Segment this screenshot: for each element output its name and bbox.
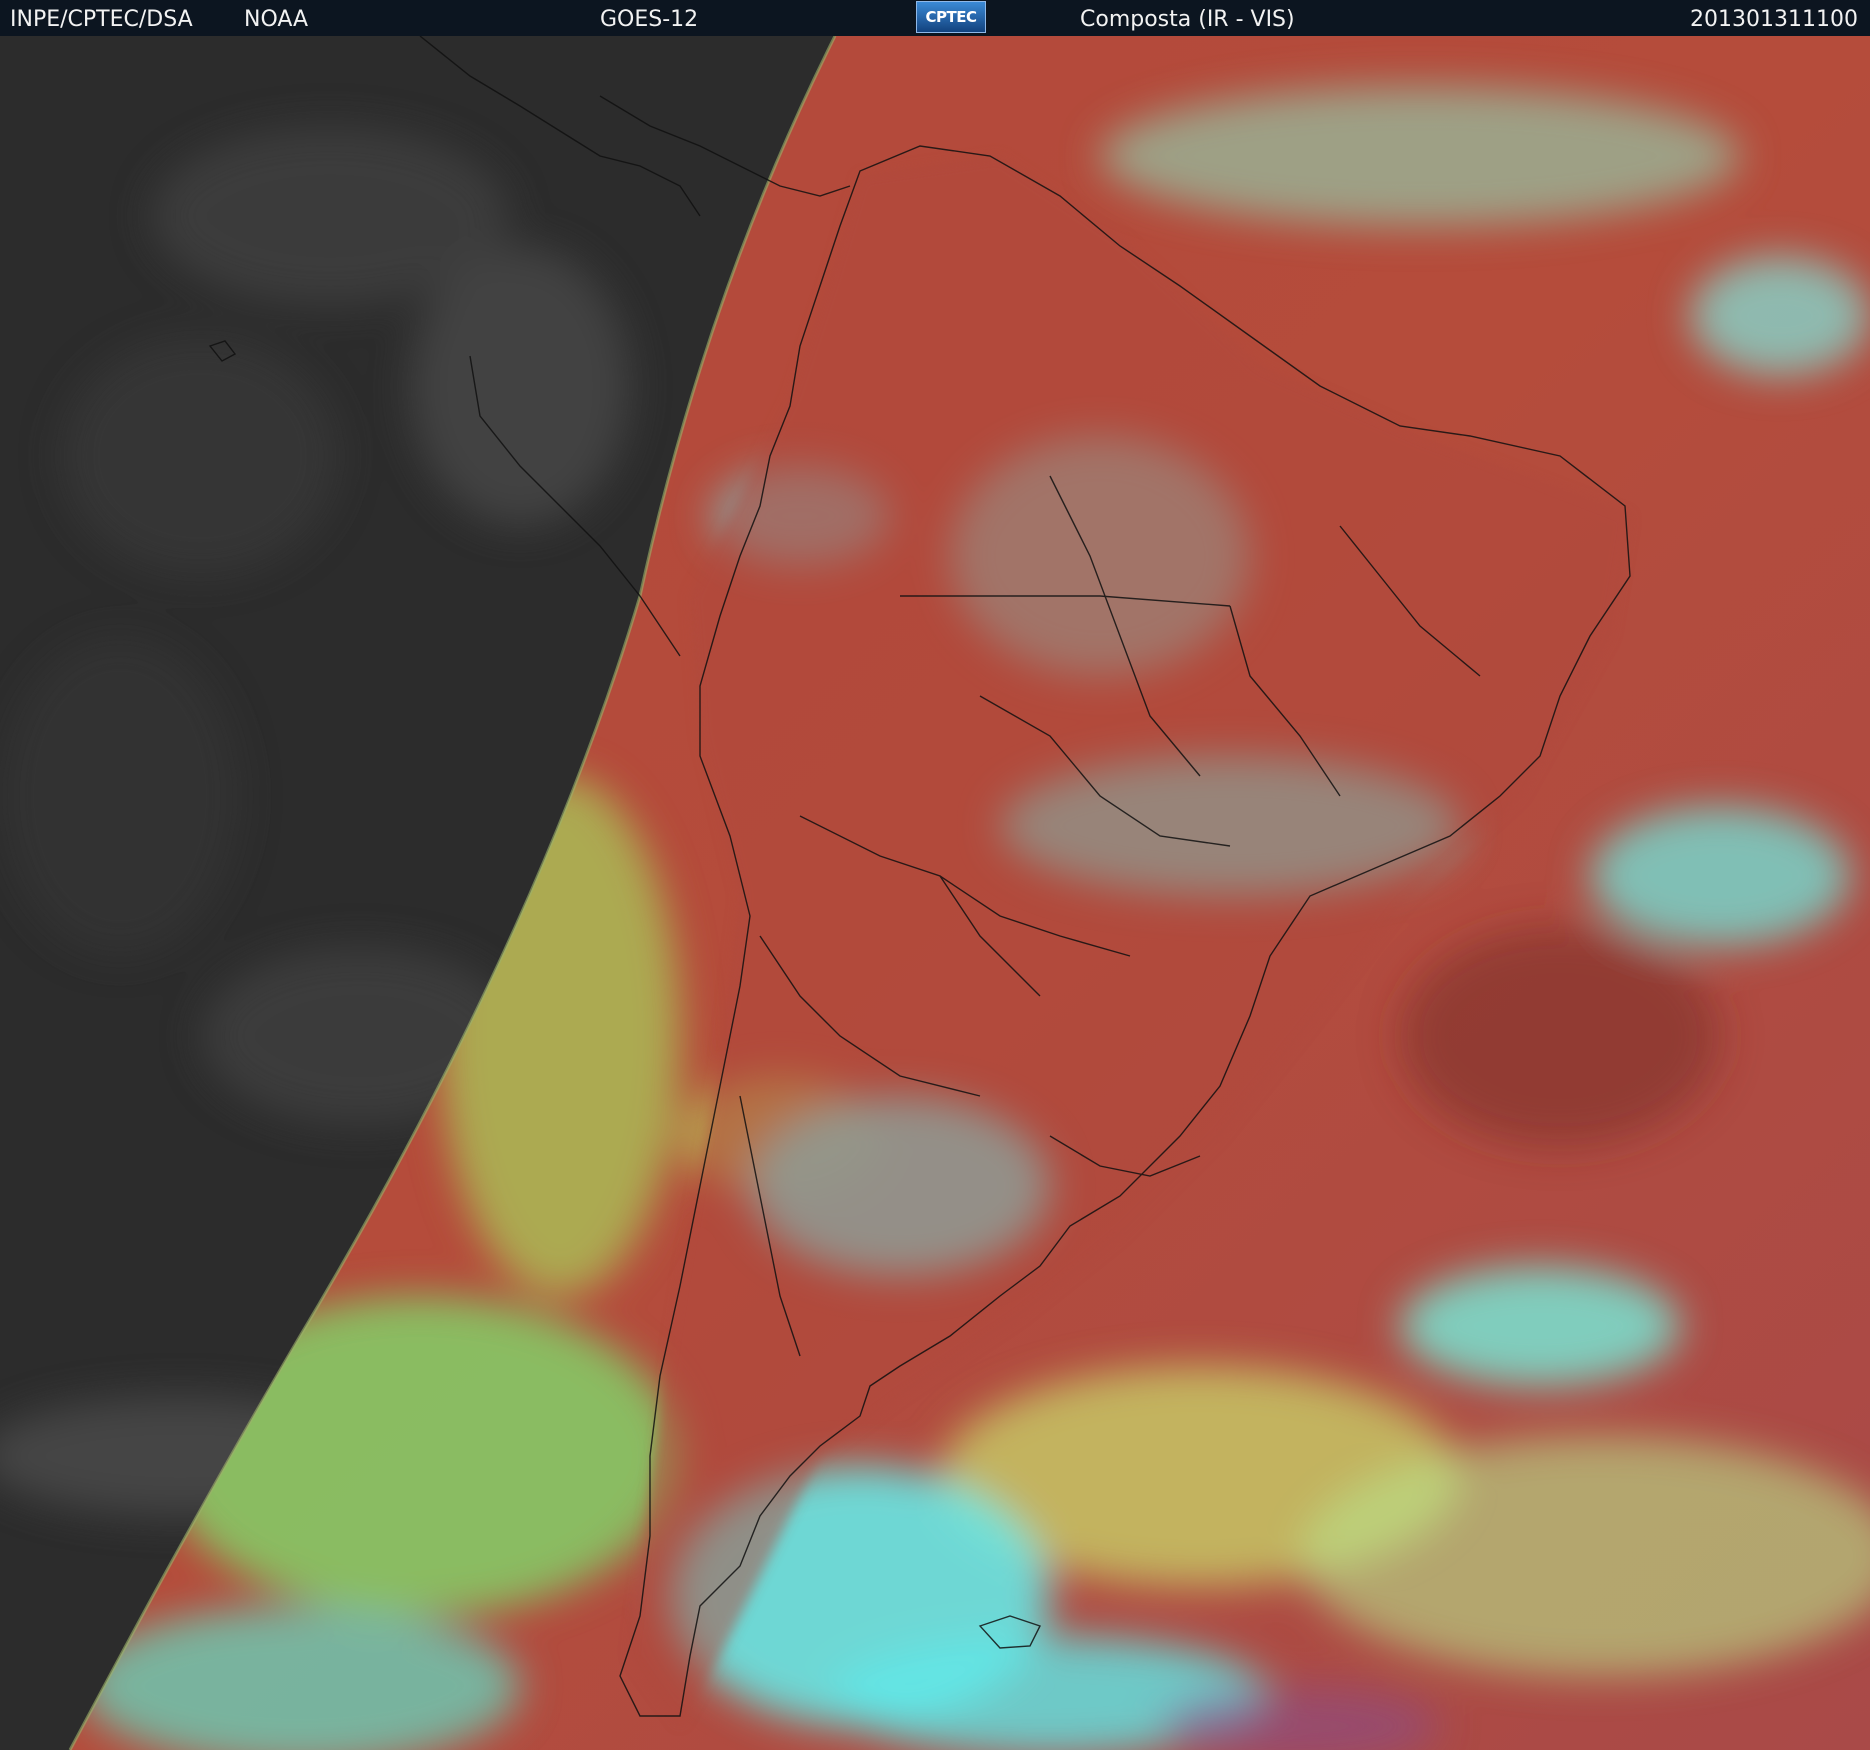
source-label: INPE/CPTEC/DSA xyxy=(10,7,193,32)
logo-text: CPTEC xyxy=(925,8,978,26)
product-label: Composta (IR - VIS) xyxy=(1080,7,1295,32)
agency-label: NOAA xyxy=(244,7,309,32)
timestamp-label: 201301311100 xyxy=(1690,7,1858,32)
image-header: INPE/CPTEC/DSA NOAA GOES-12 CPTEC Compos… xyxy=(0,0,1870,36)
satellite-label: GOES-12 xyxy=(600,7,699,32)
cptec-logo-icon: CPTEC xyxy=(916,1,986,33)
satellite-image xyxy=(0,36,1870,1750)
